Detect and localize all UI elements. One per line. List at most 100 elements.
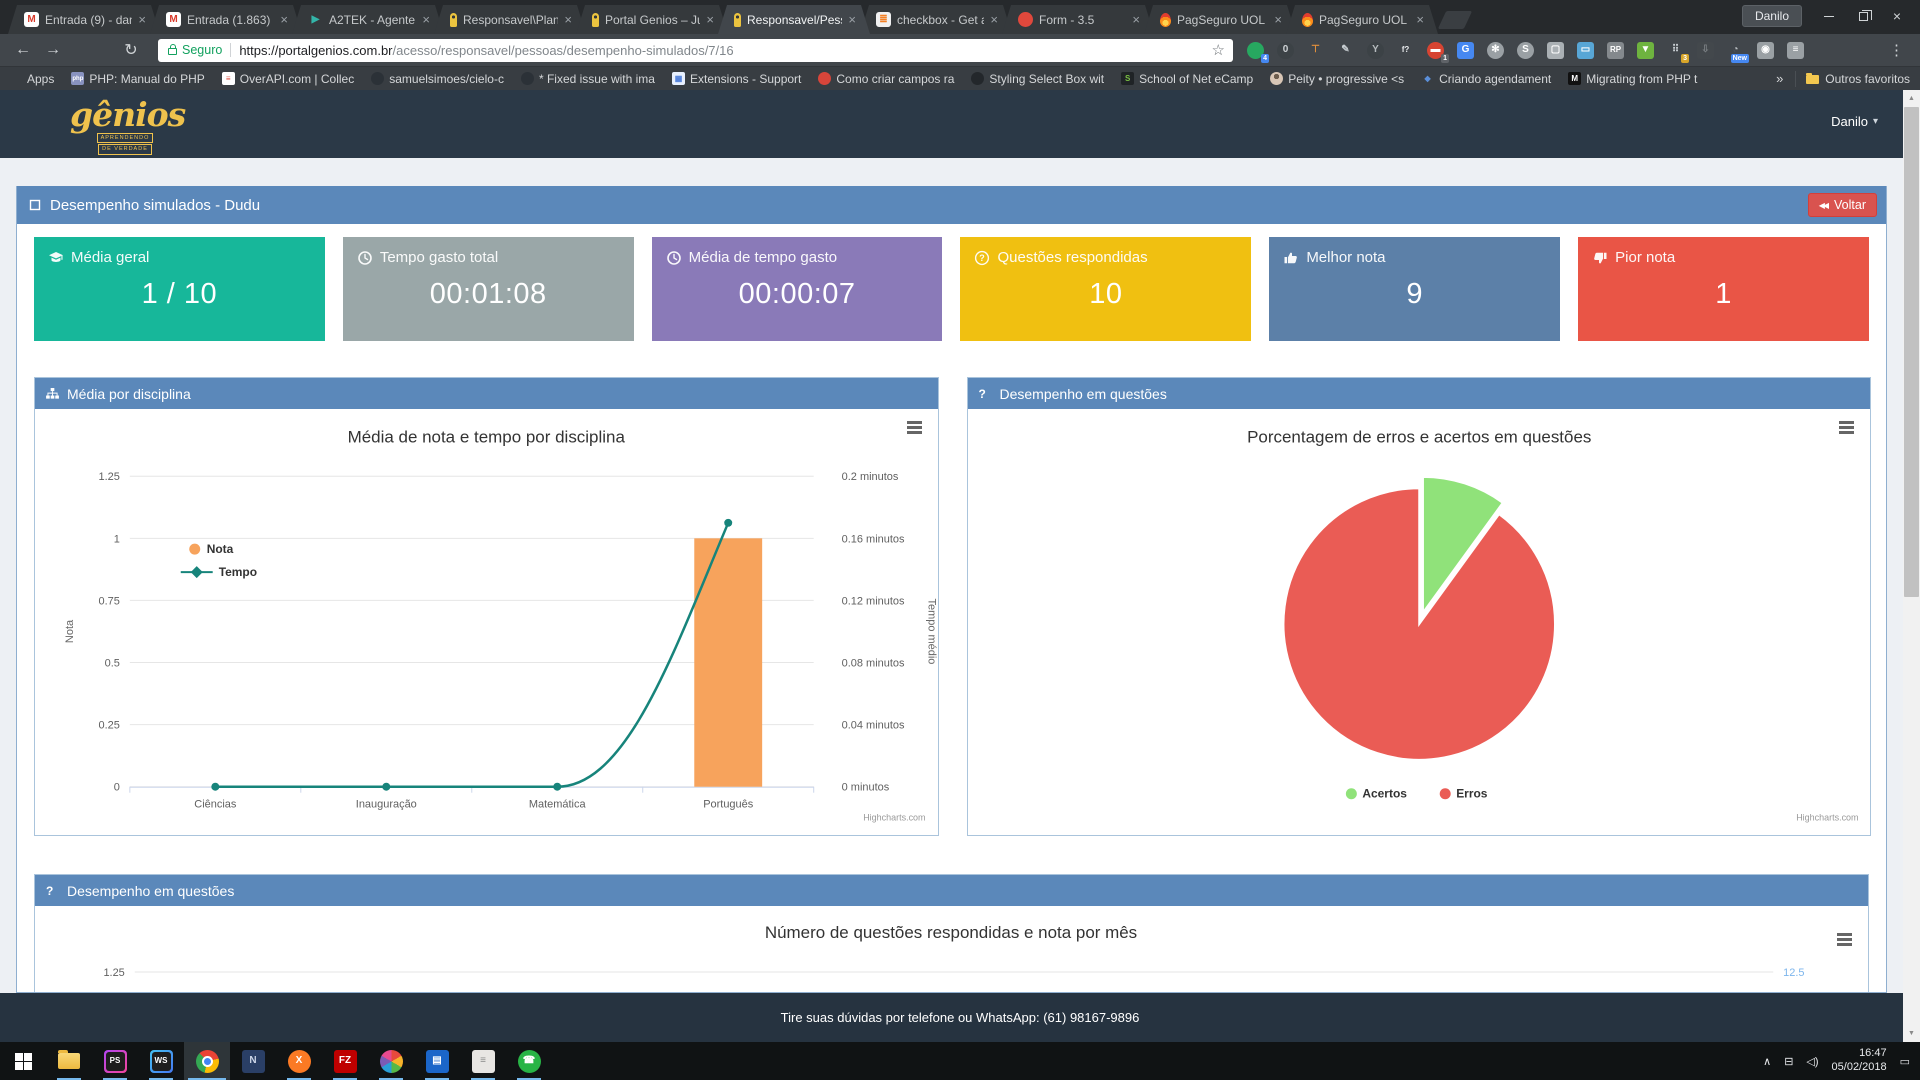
s-extension-icon[interactable]: S	[1517, 42, 1534, 59]
bookmark-item-9[interactable]: Peity • progressive <s	[1270, 72, 1404, 86]
url-text[interactable]: https://portalgenios.com.br/acesso/respo…	[239, 43, 1203, 58]
taskbar-filezilla[interactable]: FZ	[322, 1042, 368, 1080]
chart-menu-icon[interactable]	[1839, 421, 1854, 436]
reel-extension-icon[interactable]: ✻	[1487, 42, 1504, 59]
svg-text:12.5: 12.5	[1783, 967, 1804, 979]
chart-menu-icon[interactable]	[907, 421, 922, 436]
taskbar-notes[interactable]: ≡	[460, 1042, 506, 1080]
pen-extension-icon[interactable]: ✎	[1337, 42, 1354, 59]
tab-close-icon[interactable]: ×	[990, 12, 998, 27]
tab-close-icon[interactable]: ×	[706, 12, 714, 27]
restore-button[interactable]	[1846, 4, 1880, 28]
tab-1[interactable]: MEntrada (1.863) - mai×	[150, 5, 302, 34]
close-button[interactable]: ×	[1880, 4, 1914, 28]
taskbar-notepad-app[interactable]: N	[230, 1042, 276, 1080]
zero-extension-icon[interactable]: 0	[1277, 42, 1294, 59]
bookmark-item-3[interactable]: samuelsimoes/cielo-c	[371, 72, 504, 86]
taskbar-ide-blue[interactable]: ▤	[414, 1042, 460, 1080]
taskbar-explorer[interactable]	[46, 1042, 92, 1080]
inactive-extension-icon[interactable]: ⇩	[1697, 42, 1714, 59]
action-center-icon[interactable]: ▭	[1900, 1055, 1910, 1068]
genios-logo[interactable]: gênios APRENDENDO DE VERDADE	[70, 98, 180, 155]
list-extension-icon[interactable]: ≡	[1787, 42, 1804, 59]
extension-badge: 4	[1261, 54, 1269, 63]
bookmark-item-4[interactable]: * Fixed issue with ima	[521, 72, 655, 86]
tab-7[interactable]: Form - 3.5×	[1002, 5, 1154, 34]
translate-extension-icon[interactable]: G	[1457, 42, 1474, 59]
bookmark-item-11[interactable]: MMigrating from PHP t	[1568, 72, 1697, 86]
volume-icon[interactable]: ◁)	[1806, 1055, 1818, 1068]
tab-close-icon[interactable]: ×	[422, 12, 430, 27]
tab-close-icon[interactable]: ×	[138, 12, 146, 27]
rp-extension-icon[interactable]: RP	[1607, 42, 1624, 59]
taskbar-xampp[interactable]: X	[276, 1042, 322, 1080]
browser-profile-button[interactable]: Danilo	[1742, 5, 1802, 27]
tray-expand-icon[interactable]: ∧	[1763, 1055, 1771, 1068]
bookmark-item-8[interactable]: SSchool of Net eCamp	[1121, 72, 1253, 86]
tab-2[interactable]: ▶A2TEK - Agente×	[292, 5, 444, 34]
taskbar-clock[interactable]: 16:47 05/02/2018	[1832, 1047, 1887, 1075]
network-icon[interactable]: ⊟	[1784, 1055, 1793, 1068]
browser-menu-icon[interactable]: ⋮	[1881, 41, 1912, 59]
taskbar-chrome[interactable]	[184, 1042, 230, 1080]
cube-extension-icon[interactable]: ▢	[1547, 42, 1564, 59]
forward-button[interactable]: →	[38, 41, 68, 59]
back-button[interactable]: ←	[8, 41, 38, 59]
taskbar-phpstorm[interactable]: PS	[92, 1042, 138, 1080]
tampermonkey-extension-icon[interactable]: ⊤	[1307, 42, 1324, 59]
tab-6[interactable]: ≣checkbox - Get a list×	[860, 5, 1012, 34]
new-tab-button[interactable]	[1438, 11, 1472, 29]
scroll-up-icon[interactable]: ▲	[1903, 90, 1920, 107]
tab-close-icon[interactable]: ×	[564, 12, 572, 27]
bookmark-item-10[interactable]: ◆Criando agendament	[1421, 72, 1551, 86]
tab-0[interactable]: MEntrada (9) - danilo.n×	[8, 5, 160, 34]
bookmark-item-1[interactable]: phpPHP: Manual do PHP	[71, 72, 204, 86]
taskbar-whatsapp[interactable]: ☎	[506, 1042, 552, 1080]
tab-3[interactable]: Responsavel\Planos×	[434, 5, 586, 34]
url-bar[interactable]: Seguro https://portalgenios.com.br/acess…	[158, 39, 1233, 62]
scroll-down-icon[interactable]: ▼	[1903, 1025, 1920, 1042]
function-extension-icon[interactable]: f?	[1397, 42, 1414, 59]
m-icon: M	[1568, 72, 1581, 85]
stop-extension-icon[interactable]: ▬1	[1427, 42, 1444, 59]
tab-close-icon[interactable]: ×	[1416, 12, 1424, 27]
download-extension-icon[interactable]: ▼	[1637, 42, 1654, 59]
tab-9[interactable]: PagSeguro UOL - Ex×	[1286, 5, 1438, 34]
page-scrollbar[interactable]: ▲ ▼	[1903, 90, 1920, 1042]
taskbar-webstorm[interactable]: WS	[138, 1042, 184, 1080]
scrollbar-thumb[interactable]	[1904, 107, 1919, 597]
bookmark-item-7[interactable]: Styling Select Box wit	[971, 72, 1104, 86]
chart-menu-icon[interactable]	[1837, 933, 1852, 948]
reload-button[interactable]: ↻	[116, 40, 146, 60]
chat-extension-icon[interactable]: 4	[1247, 42, 1264, 59]
dots-extension-icon[interactable]: ⠿3	[1667, 42, 1684, 59]
minimize-button[interactable]	[1812, 4, 1846, 28]
other-bookmarks-button[interactable]: Outros favoritos	[1806, 72, 1910, 86]
site-header: gênios APRENDENDO DE VERDADE Danilo ▾	[0, 90, 1920, 158]
sitemap-icon	[46, 388, 59, 399]
tab-close-icon[interactable]: ×	[280, 12, 288, 27]
tv-extension-icon[interactable]: ▭	[1577, 42, 1594, 59]
start-button[interactable]	[0, 1042, 46, 1080]
tab-close-icon[interactable]: ×	[1274, 12, 1282, 27]
bookmark-item-5[interactable]: ▦Extensions - Support	[672, 72, 801, 86]
bookmark-item-2[interactable]: ≡OverAPI.com | Collec	[222, 72, 354, 86]
tab-close-icon[interactable]: ×	[848, 12, 856, 27]
php-icon: php	[71, 72, 84, 85]
y-extension-icon[interactable]: Y	[1367, 42, 1384, 59]
bookmark-item-0[interactable]: Apps	[10, 72, 54, 86]
stat-label: Tempo gasto total	[357, 249, 620, 266]
camera-extension-icon[interactable]: ◉	[1757, 42, 1774, 59]
stat-label-text: Tempo gasto total	[380, 249, 498, 266]
tab-8[interactable]: PagSeguro UOL - De×	[1144, 5, 1296, 34]
bookmark-star-icon[interactable]: ☆	[1212, 41, 1225, 59]
gauge-extension-icon[interactable]: ◔New	[1727, 42, 1744, 59]
bookmark-item-6[interactable]: Como criar campos ra	[818, 72, 954, 86]
taskbar-workbench[interactable]	[368, 1042, 414, 1080]
tab-4[interactable]: Portal Genios – Just a×	[576, 5, 728, 34]
bookmarks-overflow-icon[interactable]: »	[1766, 71, 1793, 86]
tab-close-icon[interactable]: ×	[1132, 12, 1140, 27]
voltar-button[interactable]: ◀◀ Voltar	[1808, 193, 1877, 217]
user-menu[interactable]: Danilo ▾	[1831, 114, 1878, 129]
tab-5[interactable]: Responsavel/Pessoas×	[718, 5, 870, 34]
